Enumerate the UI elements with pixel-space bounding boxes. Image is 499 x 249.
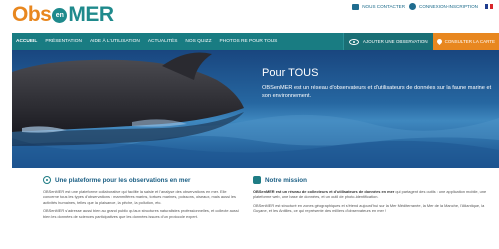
- whale-illustration: [12, 50, 499, 168]
- nav-item-accueil[interactable]: ACCUEIL: [12, 39, 41, 44]
- eye-icon: [43, 176, 51, 184]
- hero-title: Pour TOUS: [262, 67, 319, 79]
- contact-link-label: NOUS CONTACTER: [362, 4, 406, 9]
- mission-paragraph-2: OBSenMER est structuré en zones géograph…: [253, 202, 485, 214]
- mail-icon: [352, 3, 360, 10]
- login-link[interactable]: CONNEXION-INSCRIPTION: [409, 3, 478, 10]
- mission-section-header: Notre mission: [253, 176, 493, 184]
- nav-item-presentation[interactable]: PRÉSENTATION: [41, 39, 86, 44]
- logo-mer-text: MER: [68, 3, 114, 26]
- hero-text: OBSenMER est un réseau d'observateurs et…: [262, 85, 492, 99]
- platform-paragraph-1: OBSenMER est une plateforme collaborativ…: [43, 189, 236, 205]
- contact-link[interactable]: NOUS CONTACTER: [352, 3, 406, 10]
- map-pin-icon: [435, 37, 443, 46]
- mission-paragraph-1-bold: OBSenMER est un réseau de collecteurs et…: [253, 189, 395, 194]
- platform-section: Une plateforme pour les observations en …: [43, 176, 243, 222]
- eye-icon: [348, 38, 359, 45]
- platform-paragraph-2: OBSenMER s'adresse aussi bien au grand p…: [43, 208, 239, 219]
- nav-item-quizz[interactable]: NOS QUIZZ: [181, 39, 215, 44]
- hero-banner: Pour TOUS OBSenMER est un réseau d'obser…: [12, 50, 499, 168]
- main-nav: ACCUEIL PRÉSENTATION AIDE À L'UTILISATIO…: [12, 33, 499, 50]
- platform-section-title: Une plateforme pour les observations en …: [55, 176, 191, 184]
- obsenmer-logo[interactable]: Obs en MER: [12, 3, 114, 26]
- add-observation-label: AJOUTER UNE OBSERVATION: [362, 39, 428, 44]
- mission-section-title: Notre mission: [265, 176, 307, 184]
- nav-item-photos[interactable]: PHOTOS RE POUR TOUS: [216, 39, 282, 44]
- header: Obs en MER NOUS CONTACTER CONNEXION-INSC…: [0, 0, 499, 32]
- platform-section-header: Une plateforme pour les observations en …: [43, 176, 243, 184]
- logo-en-badge: en: [52, 7, 68, 23]
- page: Obs en MER NOUS CONTACTER CONNEXION-INSC…: [0, 0, 499, 249]
- view-map-button[interactable]: CONSULTER LA CARTE: [432, 33, 499, 50]
- add-observation-button[interactable]: AJOUTER UNE OBSERVATION: [342, 33, 433, 50]
- user-icon: [409, 3, 417, 10]
- logo-obs-text: Obs: [12, 3, 52, 26]
- view-map-label: CONSULTER LA CARTE: [444, 39, 495, 44]
- top-links: NOUS CONTACTER CONNEXION-INSCRIPTION: [352, 3, 494, 10]
- boat-icon: [253, 176, 261, 184]
- french-flag-icon[interactable]: [485, 4, 494, 9]
- mission-section: Notre mission OBSenMER est un réseau de …: [253, 176, 493, 217]
- mission-paragraph-1: OBSenMER est un réseau de collecteurs et…: [253, 189, 493, 200]
- login-link-label: CONNEXION-INSCRIPTION: [419, 4, 478, 9]
- nav-item-aide[interactable]: AIDE À L'UTILISATION: [86, 39, 144, 44]
- nav-item-actualites[interactable]: ACTUALITÉS: [144, 39, 182, 44]
